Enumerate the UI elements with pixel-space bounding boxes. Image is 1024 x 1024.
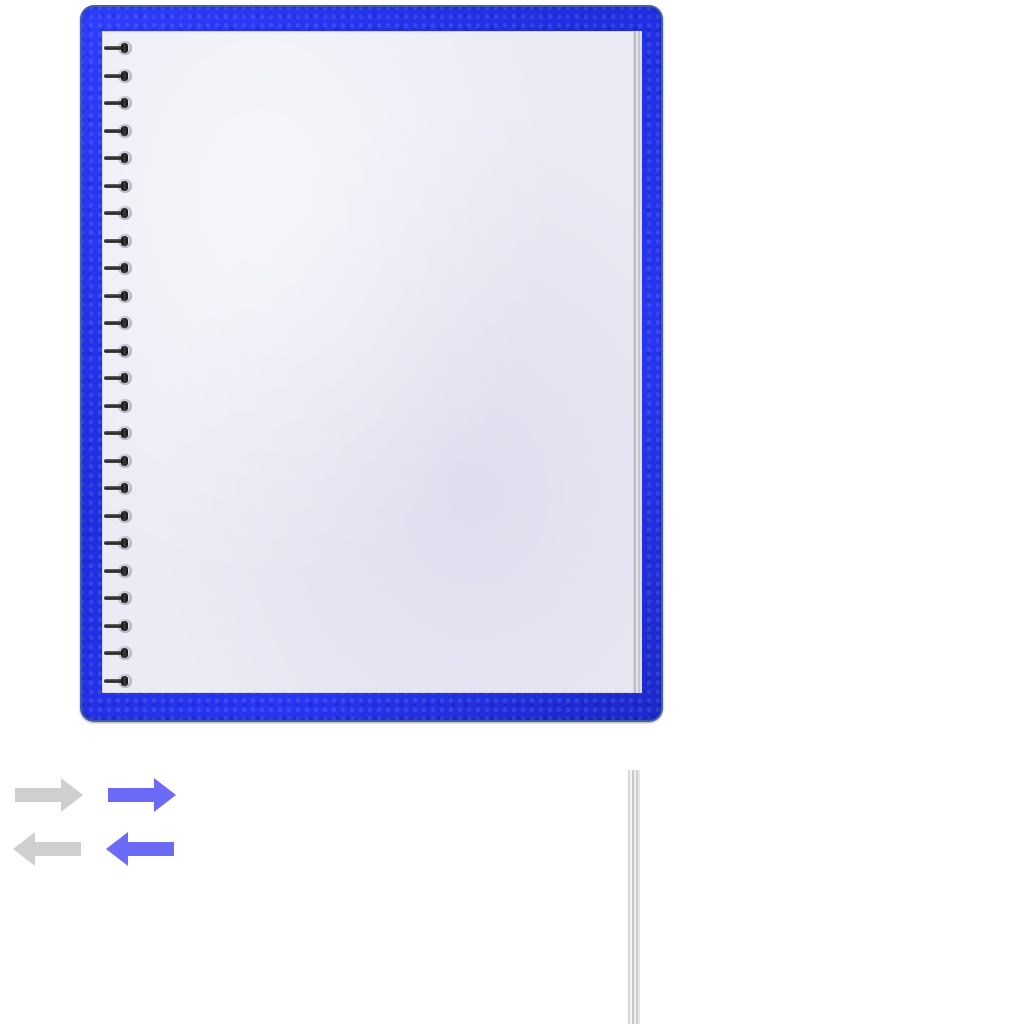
spiral-ring [100, 68, 140, 84]
spiral-ring [100, 315, 140, 331]
spiral-ring [100, 40, 140, 56]
notebook-page[interactable] [102, 31, 634, 693]
spiral-ring [100, 645, 140, 661]
spiral-ring [100, 618, 140, 634]
spiral-ring [100, 535, 140, 551]
page-edge-strip [628, 770, 640, 1024]
next-page-disabled-arrow-icon [15, 778, 83, 812]
spiral-ring [100, 343, 140, 359]
page-stack [102, 31, 642, 693]
spiral-binding [100, 40, 140, 690]
spiral-ring [100, 398, 140, 414]
spiral-ring [100, 123, 140, 139]
prev-page-disabled-arrow-icon [13, 832, 81, 866]
spiral-ring [100, 150, 140, 166]
spiral-ring [100, 673, 140, 689]
spiral-ring [100, 425, 140, 441]
notebook-cover [80, 5, 663, 722]
spiral-ring [100, 563, 140, 579]
spiral-ring [100, 453, 140, 469]
spiral-ring [100, 480, 140, 496]
spiral-ring [100, 233, 140, 249]
spiral-ring [100, 95, 140, 111]
spiral-ring [100, 205, 140, 221]
spiral-ring [100, 178, 140, 194]
spiral-ring [100, 590, 140, 606]
next-page-arrow-icon[interactable] [106, 777, 176, 813]
spiral-ring [100, 288, 140, 304]
prev-page-arrow-icon[interactable] [106, 831, 176, 867]
spiral-ring [100, 370, 140, 386]
spiral-ring [100, 260, 140, 276]
spiral-ring [100, 508, 140, 524]
